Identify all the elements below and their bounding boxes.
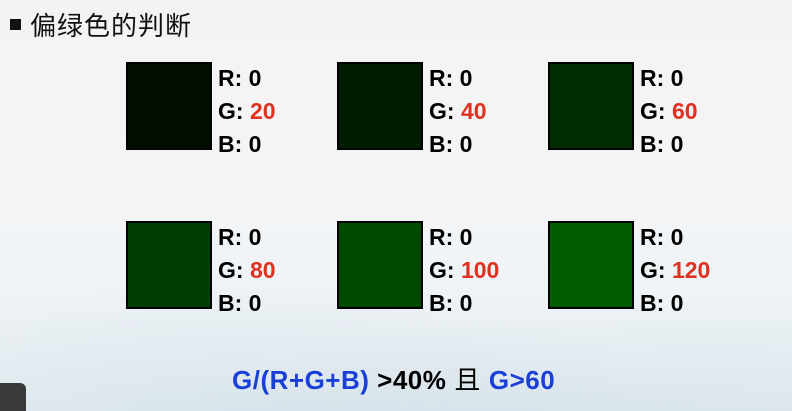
conjunction-text: 且 — [454, 366, 481, 396]
b-value-row: B: 0 — [429, 131, 473, 157]
b-value-row: B: 0 — [429, 290, 473, 316]
r-value-row: R: 0 — [429, 65, 473, 91]
g-value-row: G: 20 — [218, 98, 276, 124]
color-swatch — [337, 221, 423, 309]
r-value-row: R: 0 — [429, 224, 473, 250]
b-value-row: B: 0 — [640, 290, 684, 316]
color-swatch — [337, 62, 423, 150]
rgb-values: R: 0 G: 100 B: 0 — [429, 221, 499, 320]
g-condition-text: G>60 — [488, 365, 556, 395]
rgb-values: R: 0 G: 40 B: 0 — [429, 62, 487, 161]
page-title-text: 偏绿色的判断 — [30, 11, 193, 41]
r-value-row: R: 0 — [218, 65, 262, 91]
b-value-row: B: 0 — [218, 131, 262, 157]
rgb-values: R: 0 G: 60 B: 0 — [640, 62, 698, 161]
ratio-expression: G/(R+G+B) — [232, 365, 370, 395]
player-corner-control — [0, 383, 26, 411]
b-value-row: B: 0 — [640, 131, 684, 157]
r-value-row: R: 0 — [640, 224, 684, 250]
g-value-row: G: 80 — [218, 257, 276, 283]
r-value-row: R: 0 — [218, 224, 262, 250]
g-value-row: G: 40 — [429, 98, 487, 124]
color-swatch — [126, 221, 212, 309]
rgb-values: R: 0 G: 80 B: 0 — [218, 221, 276, 320]
g-value-row: G: 100 — [429, 257, 500, 283]
g-value-row: G: 60 — [640, 98, 698, 124]
color-swatch — [548, 221, 634, 309]
threshold-text: >40% — [369, 365, 447, 395]
color-swatch — [548, 62, 634, 150]
rgb-values: R: 0 G: 20 B: 0 — [218, 62, 276, 161]
green-condition-formula: G/(R+G+B) >40% 且 G>60 — [232, 360, 555, 397]
g-value-row: G: 120 — [640, 257, 711, 283]
b-value-row: B: 0 — [218, 290, 262, 316]
color-swatch — [126, 62, 212, 150]
rgb-values: R: 0 G: 120 B: 0 — [640, 221, 710, 320]
r-value-row: R: 0 — [640, 65, 684, 91]
page-title: 偏绿色的判断 — [10, 6, 192, 43]
bullet-square-icon — [10, 19, 21, 30]
